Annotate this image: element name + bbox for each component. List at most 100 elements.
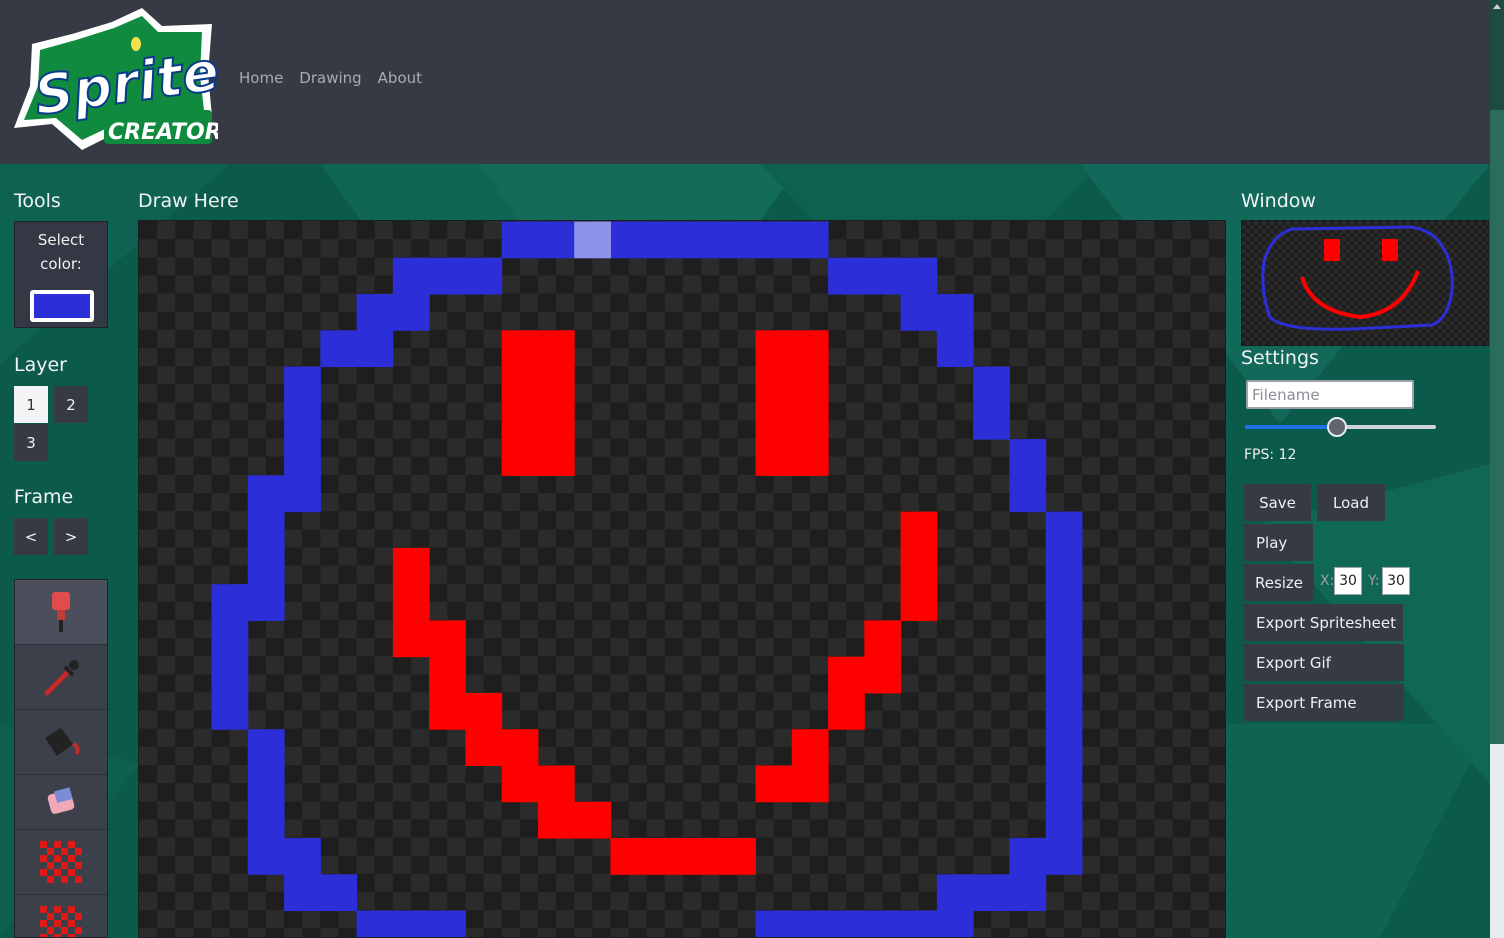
fps-slider-thumb[interactable]: [1326, 417, 1347, 437]
red-pixel: [501, 765, 575, 803]
select-color-label: Select color:: [37, 231, 85, 273]
blue-pixel: [247, 729, 285, 766]
frame-prev-button[interactable]: <: [14, 518, 48, 555]
export-frame-button[interactable]: Export Frame: [1244, 684, 1404, 721]
tool-eyedropper[interactable]: [15, 645, 107, 710]
marker-icon: [52, 592, 70, 632]
red-pixel: [900, 547, 938, 585]
tool-checker-1[interactable]: [15, 830, 107, 895]
blue-pixel: [501, 221, 829, 259]
blue-pixel: [936, 874, 1047, 912]
fps-label: FPS: 12: [1244, 447, 1297, 463]
resize-x-label: X:: [1320, 573, 1335, 589]
red-checker-icon: [40, 906, 82, 937]
blue-pixel: [755, 910, 974, 937]
blue-pixel: [392, 257, 503, 295]
save-button[interactable]: Save: [1244, 484, 1311, 521]
red-pixel: [501, 366, 575, 404]
red-pixel: [501, 402, 575, 440]
preview-left-eye: [1324, 239, 1340, 261]
resize-y-input[interactable]: 30: [1382, 567, 1410, 595]
sprite-creator-logo[interactable]: Sprite CREATOR: [12, 4, 218, 154]
blue-pixel: [211, 692, 249, 730]
blue-pixel: [1009, 439, 1047, 476]
color-swatch-fill: [34, 294, 90, 318]
red-pixel: [610, 838, 757, 875]
blue-pixel: [1045, 729, 1083, 766]
load-button[interactable]: Load: [1317, 484, 1385, 521]
blue-pixel: [284, 874, 358, 912]
red-pixel: [828, 692, 865, 730]
blue-pixel: [973, 366, 1010, 404]
red-pixel: [755, 439, 829, 476]
preview-window: [1241, 220, 1489, 346]
tool-checker-2[interactable]: [15, 895, 107, 937]
nav-home[interactable]: Home: [239, 69, 283, 87]
layer-title: Layer: [14, 354, 67, 376]
color-swatch[interactable]: [30, 290, 94, 322]
red-pixel: [429, 692, 503, 730]
layer-button-1[interactable]: 1: [14, 386, 48, 423]
blue-pixel: [356, 910, 466, 937]
scrollbar-track-top: [1490, 0, 1504, 110]
blue-pixel: [247, 765, 285, 803]
blue-pixel: [247, 511, 285, 549]
blue-pixel: [828, 257, 938, 295]
red-pixel: [392, 547, 430, 585]
red-checker-icon: [40, 841, 82, 883]
frame-next-button[interactable]: >: [54, 518, 88, 555]
scrollbar-thumb[interactable]: [1490, 110, 1504, 744]
red-pixel: [429, 656, 466, 694]
nav-about[interactable]: About: [378, 69, 422, 87]
blue-pixel: [211, 656, 249, 694]
drawing-canvas-grid[interactable]: [139, 221, 1226, 938]
red-pixel: [755, 402, 829, 440]
svg-text:CREATOR: CREATOR: [108, 120, 218, 145]
blue-pixel: [1045, 620, 1083, 658]
paint-bucket-icon: [45, 728, 80, 756]
tool-eraser[interactable]: [15, 775, 107, 830]
eyedropper-icon: [44, 660, 79, 696]
red-pixel: [537, 801, 611, 839]
blue-pixel: [356, 294, 430, 331]
filename-input[interactable]: [1246, 380, 1414, 409]
blue-pixel: [1045, 584, 1083, 621]
canvas-title: Draw Here: [138, 190, 239, 212]
export-gif-button[interactable]: Export Gif: [1244, 644, 1404, 681]
preview-canvas: [1242, 221, 1488, 345]
main-nav: Home Drawing About: [239, 69, 422, 87]
resize-button[interactable]: Resize: [1244, 564, 1314, 601]
red-pixel: [392, 620, 466, 658]
preview-right-eye: [1382, 239, 1398, 261]
blue-pixel: [1045, 692, 1083, 730]
red-pixel: [755, 330, 829, 368]
blue-pixel: [1045, 801, 1083, 839]
nav-drawing[interactable]: Drawing: [299, 69, 361, 87]
blue-pixel: [284, 402, 321, 440]
red-pixel: [791, 729, 829, 766]
red-pixel: [864, 620, 902, 658]
settings-title: Settings: [1241, 347, 1319, 369]
drawing-canvas[interactable]: [138, 220, 1226, 938]
red-pixel: [501, 439, 575, 476]
resize-y-label: Y:: [1368, 573, 1380, 589]
blue-pixel: [1045, 547, 1083, 585]
blue-pixel: [1045, 511, 1083, 549]
red-pixel: [755, 366, 829, 404]
scroll-up-arrow-icon[interactable]: [1493, 4, 1501, 9]
layer-button-2[interactable]: 2: [54, 386, 88, 423]
play-button[interactable]: Play: [1244, 524, 1313, 561]
blue-pixel: [211, 620, 249, 658]
export-spritesheet-button[interactable]: Export Spritesheet: [1244, 604, 1403, 641]
tool-paint-bucket[interactable]: [15, 710, 107, 775]
blue-pixel: [247, 838, 321, 875]
blue-pixel: [900, 294, 974, 331]
red-pixel: [501, 330, 575, 368]
resize-x-input[interactable]: 30: [1334, 567, 1362, 595]
blue-pixel: [247, 547, 285, 585]
fps-slider-fill: [1245, 425, 1337, 429]
layer-button-3[interactable]: 3: [14, 424, 48, 461]
red-pixel: [900, 584, 938, 621]
blue-pixel: [284, 439, 321, 476]
tool-marker[interactable]: [15, 580, 107, 645]
